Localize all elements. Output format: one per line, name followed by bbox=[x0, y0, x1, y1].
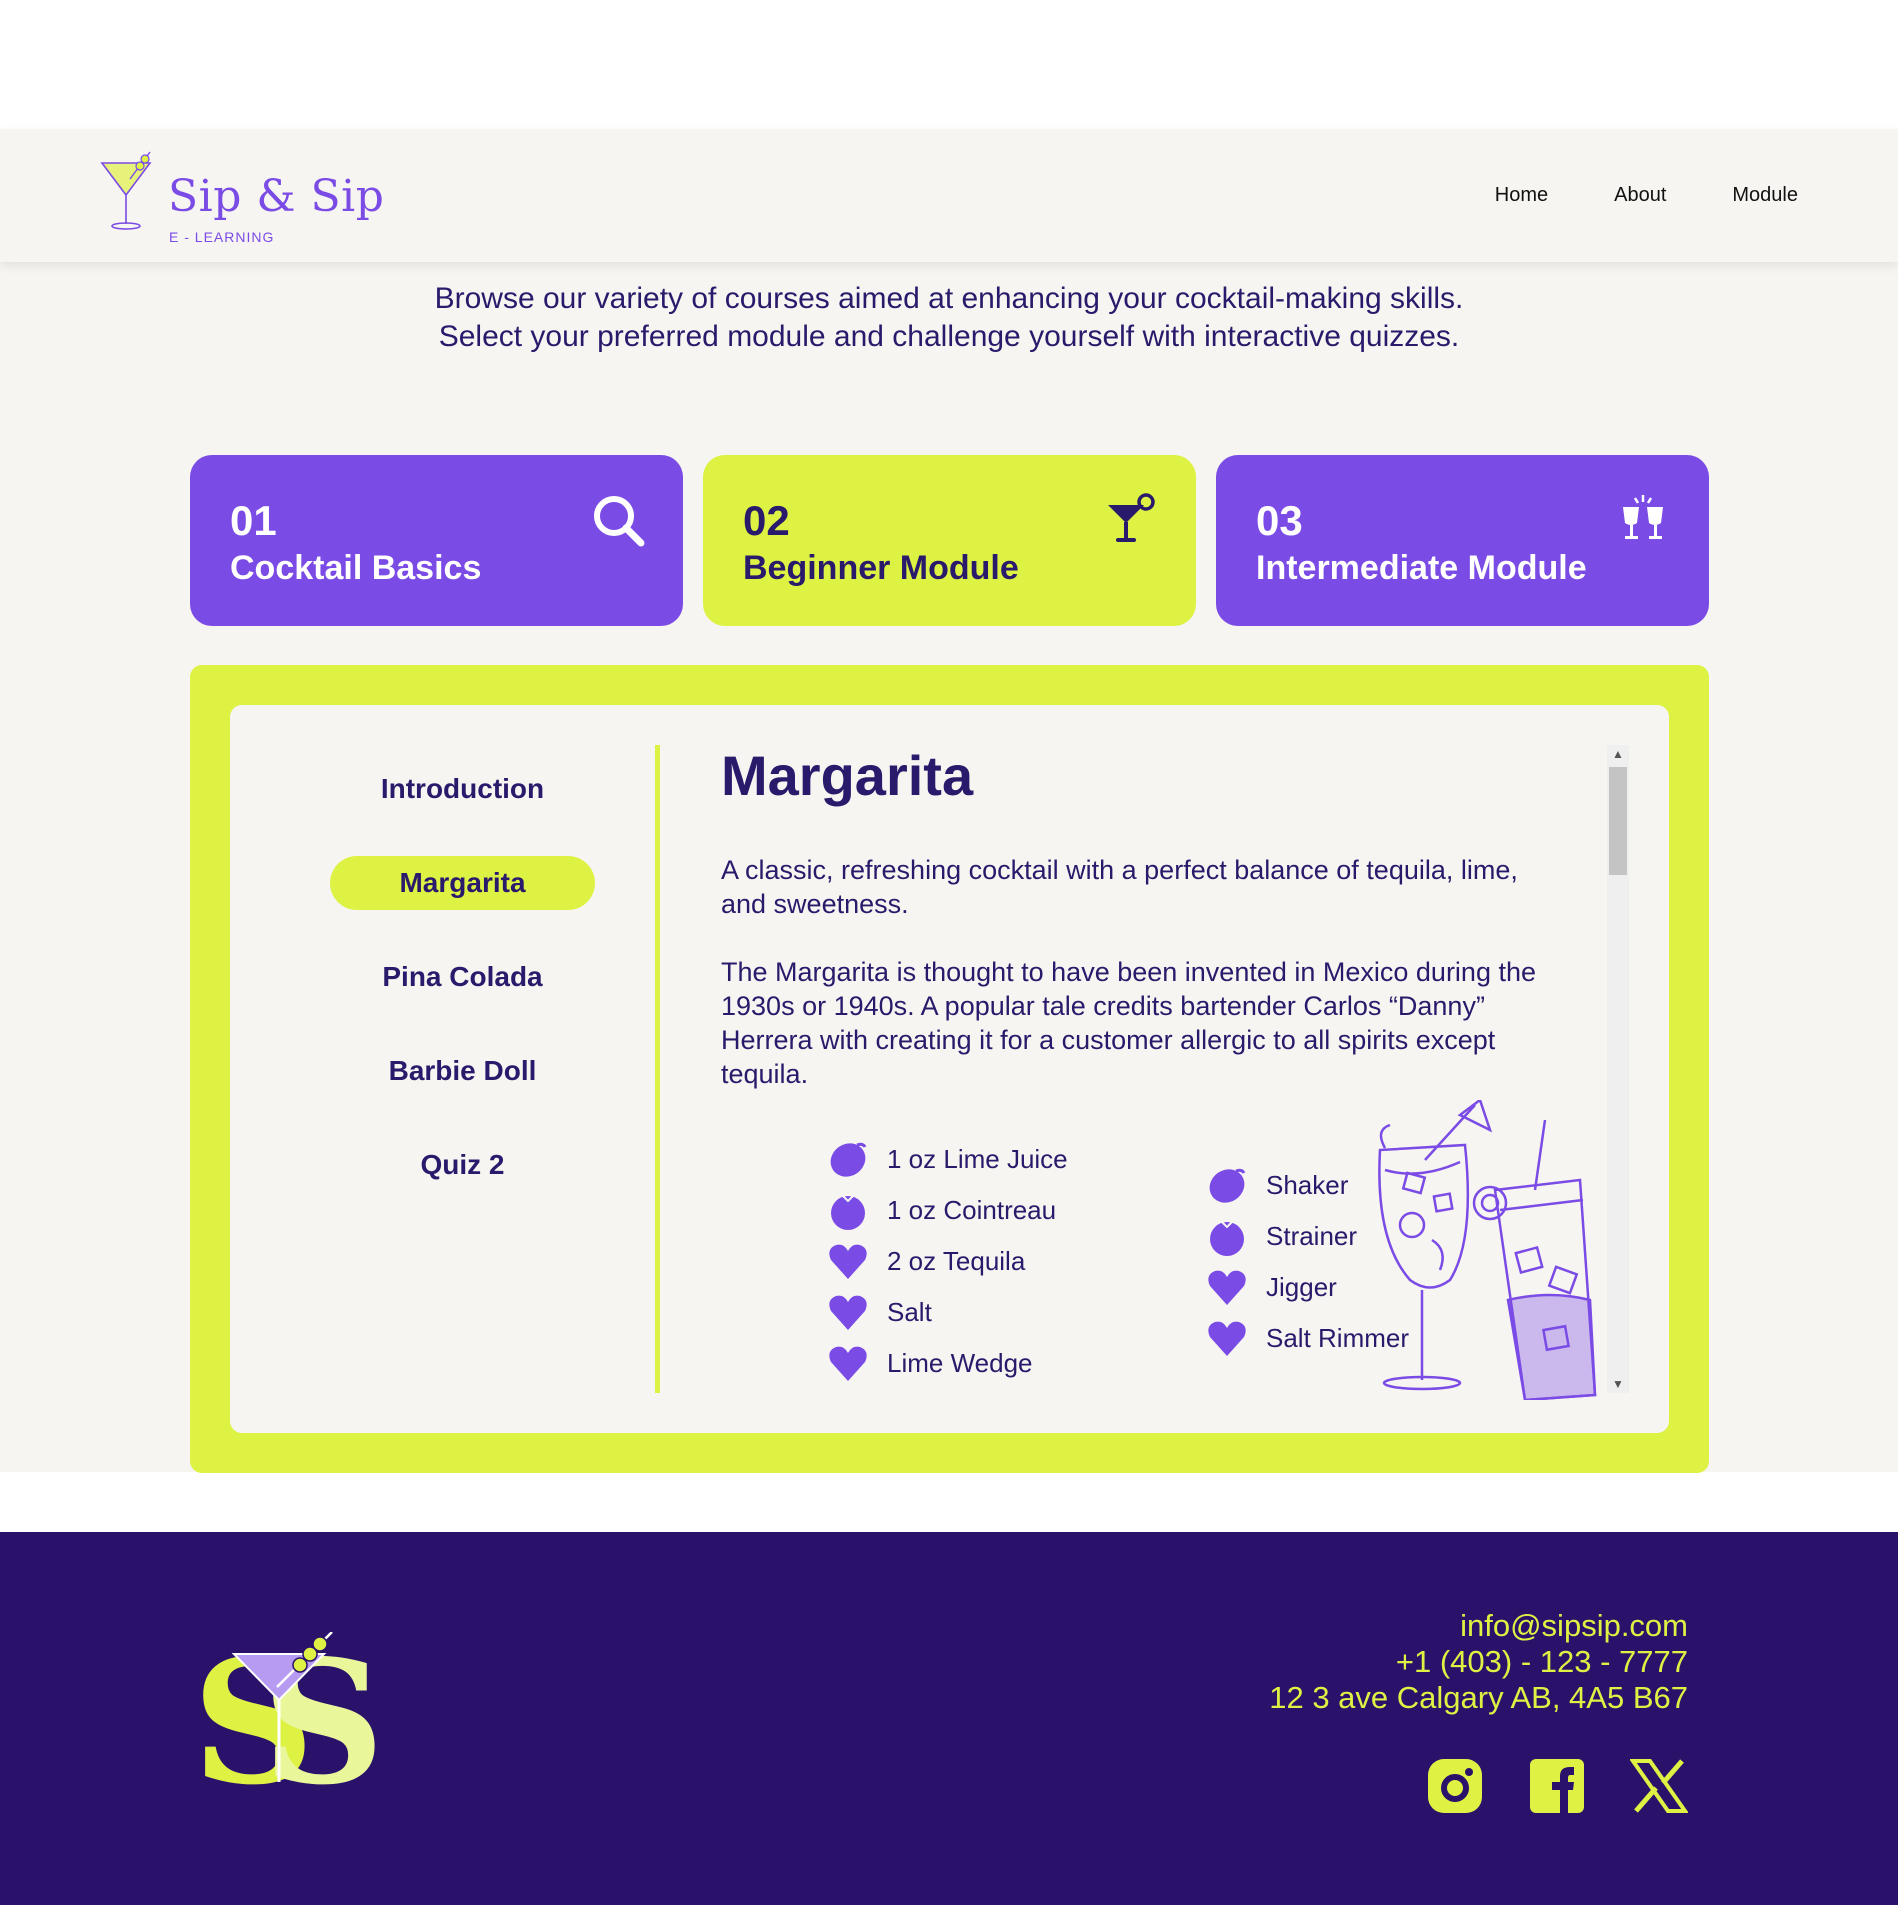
lesson-item-margarita[interactable]: Margarita bbox=[330, 856, 595, 910]
lesson-title: Margarita bbox=[721, 744, 974, 807]
list-item: 1 oz Cointreau bbox=[827, 1190, 1068, 1241]
module-label: Cocktail Basics bbox=[230, 549, 482, 587]
x-icon[interactable] bbox=[1630, 1757, 1688, 1815]
main-content: Browse our variety of courses aimed at e… bbox=[0, 262, 1898, 1473]
nav-home[interactable]: Home bbox=[1495, 184, 1548, 207]
module-card-intermediate[interactable]: 03 Intermediate Module bbox=[1216, 455, 1709, 626]
cocktail-illustration bbox=[1378, 1100, 1597, 1400]
contact-info: info@sipsip.com +1 (403) - 123 - 7777 12… bbox=[1269, 1608, 1688, 1716]
brand-subtitle: E - LEARNING bbox=[169, 229, 275, 245]
lesson-history: The Margarita is thought to have been in… bbox=[721, 957, 1536, 1089]
contact-address: 12 3 ave Calgary AB, 4A5 B67 bbox=[1269, 1680, 1688, 1715]
contact-email[interactable]: info@sipsip.com bbox=[1269, 1608, 1688, 1644]
berry-icon bbox=[831, 1195, 865, 1230]
lesson-panel-inner: Introduction Margarita Pina Colada Barbi… bbox=[230, 705, 1669, 1433]
nav-module[interactable]: Module bbox=[1732, 184, 1798, 207]
lime-icon bbox=[1209, 1168, 1246, 1203]
brand-title: Sip & Sip bbox=[168, 171, 385, 222]
search-icon bbox=[594, 496, 645, 547]
list-item: Salt bbox=[827, 1292, 1068, 1343]
module-card-cocktail-basics[interactable]: 01 Cocktail Basics bbox=[190, 455, 683, 626]
cheers-icon bbox=[1623, 495, 1663, 539]
list-item: 1 oz Lime Juice bbox=[827, 1139, 1068, 1190]
site-footer: S S info@sipsip.com +1 (403) - 123 - 777… bbox=[0, 1532, 1898, 1905]
footer-logo[interactable]: S S bbox=[192, 1632, 382, 1802]
content-scrollbar[interactable]: ▲ ▼ bbox=[1607, 745, 1629, 1393]
cocktail-icon bbox=[1108, 493, 1155, 542]
instagram-icon[interactable] bbox=[1426, 1757, 1484, 1815]
lesson-item-pina-colada[interactable]: Pina Colada bbox=[330, 950, 595, 1004]
page: Sip & Sip E - LEARNING Home About Module… bbox=[0, 0, 1898, 1905]
nav-about[interactable]: About bbox=[1614, 184, 1666, 207]
social-links bbox=[1426, 1757, 1688, 1815]
module-number: 03 bbox=[1256, 497, 1303, 544]
module-label: Intermediate Module bbox=[1256, 549, 1587, 587]
intro-line-2: Select your preferred module and challen… bbox=[438, 320, 1460, 353]
list-item: 2 oz Tequila bbox=[827, 1241, 1068, 1292]
heart-icon bbox=[1208, 1270, 1246, 1305]
lesson-description: A classic, refreshing cocktail with a pe… bbox=[721, 855, 1518, 919]
lime-icon bbox=[830, 1142, 867, 1177]
berry-icon bbox=[1210, 1221, 1244, 1256]
list-item: Lime Wedge bbox=[827, 1343, 1068, 1394]
intro-line-1: Browse our variety of courses aimed at e… bbox=[434, 282, 1464, 315]
lesson-item-introduction[interactable]: Introduction bbox=[330, 762, 595, 816]
main-nav: Home About Module bbox=[1495, 184, 1798, 207]
ingredients-list: 1 oz Lime Juice 1 oz Cointreau 2 oz Tequ… bbox=[827, 1139, 1068, 1394]
module-number: 02 bbox=[743, 497, 790, 544]
martini-glass-icon bbox=[100, 151, 152, 230]
heart-icon bbox=[829, 1244, 867, 1279]
scroll-up-icon[interactable]: ▲ bbox=[1607, 745, 1629, 763]
brand-logo[interactable]: Sip & Sip E - LEARNING bbox=[100, 149, 384, 245]
lesson-item-barbie-doll[interactable]: Barbie Doll bbox=[330, 1044, 595, 1098]
contact-phone[interactable]: +1 (403) - 123 - 7777 bbox=[1269, 1644, 1688, 1680]
module-label: Beginner Module bbox=[743, 549, 1019, 587]
module-number: 01 bbox=[230, 497, 277, 544]
intro-text: Browse our variety of courses aimed at e… bbox=[0, 280, 1898, 356]
module-card-beginner[interactable]: 02 Beginner Module bbox=[703, 455, 1196, 626]
sidebar-divider bbox=[655, 745, 660, 1393]
heart-icon bbox=[829, 1346, 867, 1381]
module-cards: 01 Cocktail Basics 02 Beginner Module 03… bbox=[190, 455, 1709, 626]
scroll-down-icon[interactable]: ▼ bbox=[1607, 1375, 1629, 1393]
heart-icon bbox=[829, 1295, 867, 1330]
scroll-thumb[interactable] bbox=[1609, 767, 1627, 875]
lesson-panel: Introduction Margarita Pina Colada Barbi… bbox=[190, 665, 1709, 1473]
site-header: Sip & Sip E - LEARNING Home About Module bbox=[0, 129, 1898, 262]
lesson-item-quiz-2[interactable]: Quiz 2 bbox=[330, 1138, 595, 1192]
heart-icon bbox=[1208, 1321, 1246, 1356]
facebook-icon[interactable] bbox=[1528, 1757, 1586, 1815]
lesson-sidebar: Introduction Margarita Pina Colada Barbi… bbox=[230, 705, 660, 1433]
